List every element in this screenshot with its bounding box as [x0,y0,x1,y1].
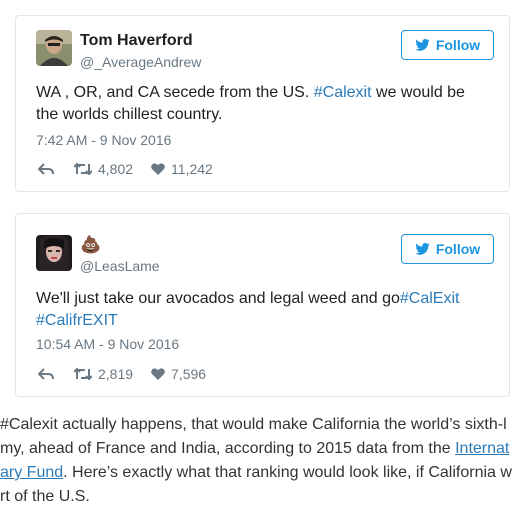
like-button[interactable]: 11,242 [151,161,213,177]
article-line: my, ahead of France and India, according… [0,440,510,457]
tweet-card: Tom Haverford @_AverageAndrew Follow WA … [15,15,510,192]
imf-link[interactable]: Internat [455,440,509,457]
user-name[interactable]: 💩 [80,235,101,255]
hashtag-link[interactable]: #Calexit [314,84,372,101]
twitter-bird-icon [415,39,430,51]
user-name[interactable]: Tom Haverford [80,32,193,50]
tweet-text: We'll just take our avocados and legal w… [36,290,460,329]
article-body: #Calexit actually happens, that would ma… [0,413,530,509]
retweet-icon [74,163,92,175]
reply-button[interactable] [38,368,54,380]
reply-icon [38,368,54,380]
like-count: 11,242 [171,161,213,177]
follow-label: Follow [435,241,481,257]
retweet-button[interactable]: 2,819 [74,366,133,382]
follow-label: Follow [435,37,481,53]
twitter-bird-icon [415,243,430,255]
user-handle[interactable]: @LeasLame [80,258,160,274]
retweet-icon [74,368,92,380]
article-line: ary Fund. Here’s exactly what that ranki… [0,464,512,481]
user-handle[interactable]: @_AverageAndrew [80,54,201,70]
tweet-timestamp[interactable]: 10:54 AM - 9 Nov 2016 [36,336,179,352]
like-count: 7,596 [171,366,207,382]
tweet-text: WA , OR, and CA secede from the US. #Cal… [36,84,465,123]
hashtag-link[interactable]: #CalifrEXIT [36,312,118,329]
avatar[interactable] [36,30,72,66]
tweet-card: 💩 @LeasLame Follow We'll just take our a… [15,213,510,397]
retweet-count: 4,802 [98,161,134,177]
heart-icon [151,163,165,175]
reply-button[interactable] [38,163,54,175]
follow-button[interactable]: Follow [401,30,494,60]
tweet-actions: 2,819 7,596 [38,366,206,382]
retweet-count: 2,819 [98,366,134,382]
hashtag-link[interactable]: #CalExit [400,290,460,307]
article-line: #Calexit actually happens, that would ma… [0,416,507,433]
like-button[interactable]: 7,596 [151,366,206,382]
tweet-timestamp[interactable]: 7:42 AM - 9 Nov 2016 [36,132,171,148]
follow-button[interactable]: Follow [401,234,494,264]
reply-icon [38,163,54,175]
article-line: rt of the U.S. [0,488,90,505]
retweet-button[interactable]: 4,802 [74,161,133,177]
avatar[interactable] [36,235,72,271]
tweet-actions: 4,802 11,242 [38,161,213,177]
imf-link[interactable]: ary Fund [0,464,63,481]
heart-icon [151,368,165,380]
